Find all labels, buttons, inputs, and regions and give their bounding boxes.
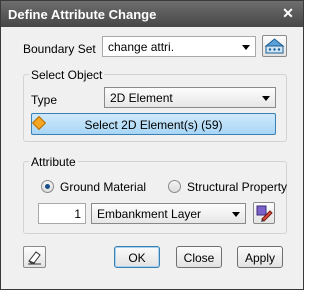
structural-property-label: Structural Property	[187, 180, 288, 194]
dialog-window: Define Attribute Change ✕ Boundary Set c…	[0, 0, 304, 290]
boundary-set-label: Boundary Set	[23, 42, 96, 56]
dialog-title: Define Attribute Change	[8, 7, 157, 22]
close-label: Close	[183, 251, 215, 265]
select-object-group-title: Select Object	[29, 68, 105, 82]
material-edit-icon	[256, 205, 273, 222]
element-type-value: 2D Element	[110, 91, 173, 105]
close-window-icon[interactable]: ✕	[279, 5, 297, 22]
material-combo[interactable]: Embankment Layer	[91, 203, 246, 224]
material-edit-button[interactable]	[253, 202, 275, 224]
ground-material-radio[interactable]	[41, 180, 54, 193]
close-button[interactable]: Close	[176, 246, 222, 268]
apply-label: Apply	[244, 251, 276, 265]
select-elements-button[interactable]: Select 2D Element(s) (59)	[31, 113, 276, 135]
chevron-down-icon	[232, 212, 240, 217]
boundary-set-value: change attri.	[108, 40, 175, 54]
attribute-group-title: Attribute	[29, 155, 78, 169]
boundary-set-combo[interactable]: change attri.	[102, 36, 256, 57]
element-type-combo[interactable]: 2D Element	[104, 87, 276, 108]
ok-button[interactable]: OK	[114, 246, 160, 268]
chevron-down-icon	[242, 45, 250, 50]
chevron-down-icon	[262, 96, 270, 101]
type-label: Type	[31, 93, 58, 107]
select-elements-label: Select 2D Element(s) (59)	[84, 118, 223, 132]
apply-button[interactable]: Apply	[237, 246, 283, 268]
attribute-number-input[interactable]: 1	[38, 203, 86, 224]
eraser-icon	[28, 251, 41, 265]
eraser-button[interactable]	[23, 246, 46, 268]
ground-material-label: Ground Material	[60, 180, 147, 194]
structural-property-radio[interactable]	[168, 180, 181, 193]
material-value: Embankment Layer	[97, 207, 202, 221]
ok-label: OK	[128, 251, 146, 265]
attribute-number-value: 1	[74, 207, 81, 221]
boundary-set-icon	[264, 38, 285, 54]
title-bar[interactable]: Define Attribute Change ✕	[1, 1, 303, 27]
boundary-set-button[interactable]	[262, 35, 287, 57]
